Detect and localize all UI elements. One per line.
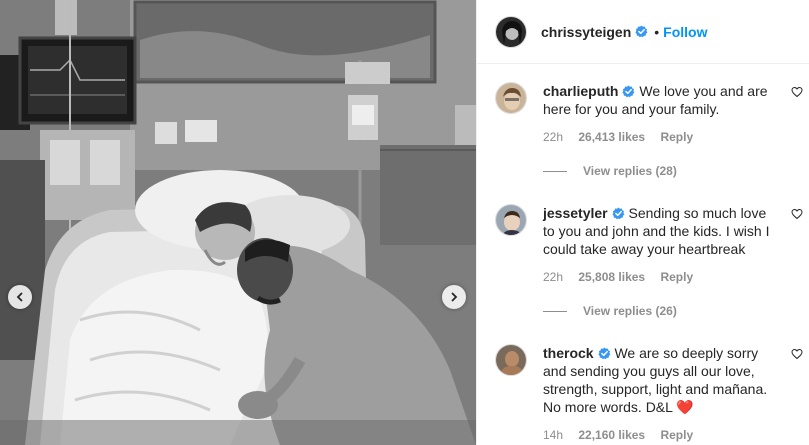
chevron-left-icon	[16, 292, 23, 302]
comments-list[interactable]: charlieputh We love you and are here for…	[477, 64, 809, 445]
author-avatar[interactable]	[495, 15, 527, 48]
view-replies-label: View replies (26)	[583, 304, 677, 318]
post-photo[interactable]	[0, 0, 476, 445]
comment-username[interactable]: jessetyler	[543, 205, 608, 221]
reply-button[interactable]: Reply	[660, 428, 693, 442]
comment-meta: 22h 25,808 likes Reply	[543, 270, 705, 284]
comment-username[interactable]: charlieputh	[543, 83, 618, 99]
comment-username[interactable]: therock	[543, 345, 594, 361]
post-header: chrissyteigen • Follow	[477, 0, 809, 64]
post-sidebar: chrissyteigen • Follow charlieputh We lo…	[476, 0, 809, 445]
carousel-next-button[interactable]	[442, 285, 466, 309]
comment-timestamp[interactable]: 22h	[543, 270, 563, 284]
heart-outline-icon[interactable]	[791, 348, 803, 360]
view-replies-button[interactable]: View replies (26)	[543, 304, 677, 318]
heart-outline-icon[interactable]	[791, 208, 803, 220]
view-replies-button[interactable]: View replies (28)	[543, 164, 677, 178]
hospital-photo-illustration	[0, 0, 476, 445]
reply-button[interactable]: Reply	[660, 130, 693, 144]
commenter-avatar[interactable]	[495, 204, 527, 236]
reply-button[interactable]: Reply	[660, 270, 693, 284]
header-separator: •	[654, 23, 660, 40]
commenter-avatar[interactable]	[495, 82, 527, 114]
commenter-avatar[interactable]	[495, 344, 527, 376]
view-replies-label: View replies (28)	[583, 164, 677, 178]
comment-likes[interactable]: 26,413 likes	[578, 130, 645, 144]
comment-meta: 14h 22,160 likes Reply	[543, 428, 705, 442]
heart-outline-icon[interactable]	[791, 86, 803, 98]
follow-button[interactable]: Follow	[663, 24, 707, 40]
chevron-right-icon	[451, 292, 458, 302]
verified-badge-icon	[622, 85, 635, 98]
carousel-prev-button[interactable]	[8, 285, 32, 309]
view-replies-line	[543, 170, 567, 172]
verified-badge-icon	[635, 25, 648, 38]
comment-timestamp[interactable]: 14h	[543, 428, 563, 442]
comment-timestamp[interactable]: 22h	[543, 130, 563, 144]
verified-badge-icon	[598, 347, 610, 360]
author-username[interactable]: chrissyteigen	[541, 24, 631, 40]
comment-body: charlieputh We love you and are here for…	[543, 82, 781, 118]
comment-likes[interactable]: 22,160 likes	[578, 428, 645, 442]
comment-body: jessetyler Sending so much love to you a…	[543, 204, 781, 258]
verified-badge-icon	[612, 207, 624, 220]
red-heart-emoji: ❤️	[676, 399, 694, 415]
comment-body: therock We are so deeply sorry and sendi…	[543, 344, 781, 416]
comment-likes[interactable]: 25,808 likes	[578, 270, 645, 284]
comment-meta: 22h 26,413 likes Reply	[543, 130, 705, 144]
view-replies-line	[543, 310, 567, 312]
